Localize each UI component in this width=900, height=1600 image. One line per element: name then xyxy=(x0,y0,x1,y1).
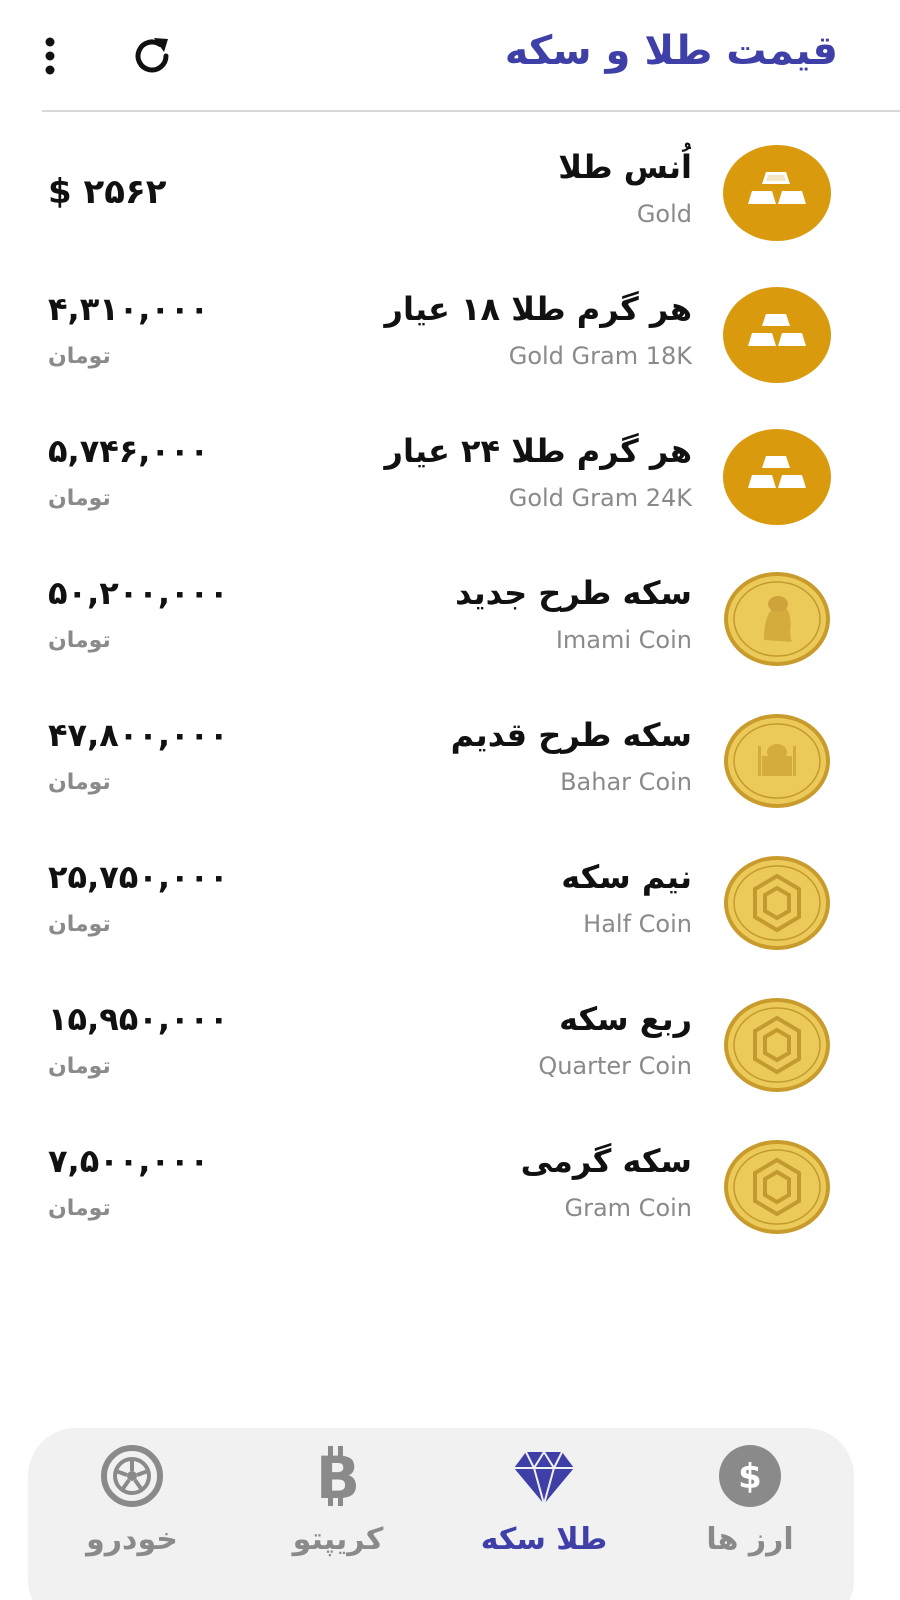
nav-item-currency[interactable]: $ ارز ها xyxy=(660,1444,840,1594)
price-list: اُنس طلا Gold $ ۲۵۶۲ هر گرم طلا ۱۸ عیار … xyxy=(0,122,900,1258)
gold-bars-icon xyxy=(723,429,831,525)
item-name: هر گرم طلا ۱۸ عیار xyxy=(384,290,692,328)
svg-text:$: $ xyxy=(738,1457,762,1497)
item-name: اُنس طلا xyxy=(558,148,692,186)
item-price: ۱۵,۹۵۰,۰۰۰ xyxy=(48,1000,229,1038)
item-unit: تومان xyxy=(48,1054,111,1079)
item-name: سکه طرح جدید xyxy=(455,574,692,612)
price-row-gram-coin[interactable]: سکه گرمی Gram Coin ۷,۵۰۰,۰۰۰ تومان xyxy=(0,1116,900,1258)
price-row-gold-ounce[interactable]: اُنس طلا Gold $ ۲۵۶۲ xyxy=(0,122,900,264)
item-price: ۷,۵۰۰,۰۰۰ xyxy=(48,1142,210,1180)
bottom-navigation: $ ارز ها طلا سکه B کریپتو خودرو xyxy=(28,1428,854,1600)
item-subname: Imami Coin xyxy=(555,626,692,654)
app-header: قیمت طلا و سکه xyxy=(0,0,900,112)
price-row-gold-18k[interactable]: هر گرم طلا ۱۸ عیار Gold Gram 18K ۴,۳۱۰,۰… xyxy=(0,264,900,406)
page-title: قیمت طلا و سکه xyxy=(504,28,838,74)
price-row-gold-24k[interactable]: هر گرم طلا ۲۴ عیار Gold Gram 24K ۵,۷۴۶,۰… xyxy=(0,406,900,548)
diamond-icon xyxy=(514,1450,574,1508)
more-vertical-icon xyxy=(45,37,55,75)
item-name: سکه گرمی xyxy=(520,1142,692,1180)
item-subname: Gold Gram 18K xyxy=(508,342,692,370)
nav-label: ارز ها xyxy=(706,1522,794,1557)
nav-item-crypto[interactable]: B کریپتو xyxy=(248,1444,428,1594)
refresh-button[interactable] xyxy=(124,28,180,84)
refresh-icon xyxy=(135,38,169,73)
item-subname: Quarter Coin xyxy=(538,1052,692,1080)
item-name: سکه طرح قدیم xyxy=(450,716,692,754)
price-row-bahar-coin[interactable]: سکه طرح قدیم Bahar Coin ۴۷,۸۰۰,۰۰۰ تومان xyxy=(0,690,900,832)
gram-coin-icon xyxy=(724,1140,830,1234)
item-price: ۵۰,۲۰۰,۰۰۰ xyxy=(48,574,229,612)
item-price: ۲۵,۷۵۰,۰۰۰ xyxy=(48,858,229,896)
item-name: ربع سکه xyxy=(559,1000,692,1038)
item-subname: Gold Gram 24K xyxy=(508,484,692,512)
app-screen: قیمت طلا و سکه اُنس طلا Gold $ ۲۵۶۲ هر گ… xyxy=(0,0,900,1600)
item-unit: تومان xyxy=(48,1196,111,1221)
nav-label: خودرو xyxy=(86,1522,178,1557)
header-divider xyxy=(42,110,900,112)
gold-bars-icon xyxy=(723,145,831,241)
bitcoin-icon: B xyxy=(316,1444,360,1508)
item-unit: تومان xyxy=(48,486,111,511)
item-unit: تومان xyxy=(48,628,111,653)
item-price: $ ۲۵۶۲ xyxy=(48,172,167,212)
item-subname: Gold xyxy=(636,200,692,228)
price-row-half-coin[interactable]: نیم سکه Half Coin ۲۵,۷۵۰,۰۰۰ تومان xyxy=(0,832,900,974)
half-coin-icon xyxy=(724,856,830,950)
overflow-menu-button[interactable] xyxy=(22,28,78,84)
nav-label: طلا سکه xyxy=(480,1522,608,1557)
item-subname: Bahar Coin xyxy=(560,768,692,796)
dollar-icon: $ xyxy=(719,1445,781,1507)
item-subname: Half Coin xyxy=(583,910,692,938)
item-unit: تومان xyxy=(48,770,111,795)
item-name: هر گرم طلا ۲۴ عیار xyxy=(384,432,692,470)
quarter-coin-icon xyxy=(724,998,830,1092)
item-price: ۴۷,۸۰۰,۰۰۰ xyxy=(48,716,229,754)
item-subname: Gram Coin xyxy=(564,1194,693,1222)
imami-coin-icon xyxy=(724,572,830,666)
item-unit: تومان xyxy=(48,344,111,369)
nav-label: کریپتو xyxy=(292,1522,384,1557)
item-name: نیم سکه xyxy=(561,858,692,896)
item-price: ۴,۳۱۰,۰۰۰ xyxy=(48,290,210,328)
price-row-quarter-coin[interactable]: ربع سکه Quarter Coin ۱۵,۹۵۰,۰۰۰ تومان xyxy=(0,974,900,1116)
price-row-imami-coin[interactable]: سکه طرح جدید Imami Coin ۵۰,۲۰۰,۰۰۰ تومان xyxy=(0,548,900,690)
item-unit: تومان xyxy=(48,912,111,937)
bahar-coin-icon xyxy=(724,714,830,808)
nav-item-car[interactable]: خودرو xyxy=(42,1444,222,1594)
nav-item-gold-coin[interactable]: طلا سکه xyxy=(454,1444,634,1594)
gold-bars-icon xyxy=(723,287,831,383)
item-price: ۵,۷۴۶,۰۰۰ xyxy=(48,432,210,470)
wheel-icon xyxy=(101,1445,163,1507)
